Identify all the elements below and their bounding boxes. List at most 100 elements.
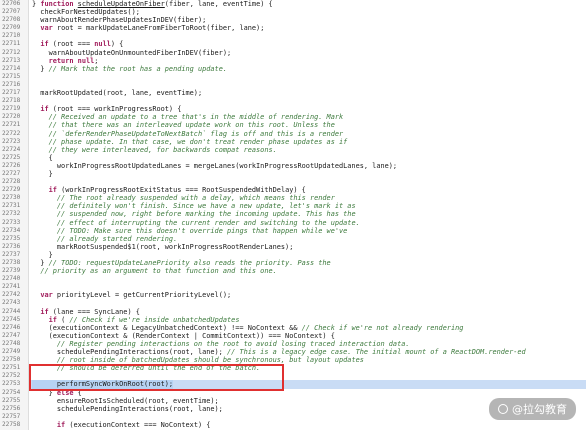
code-line[interactable]: 22713 return null; bbox=[0, 57, 586, 65]
line-code[interactable]: warnAboutUpdateOnUnmountedFiberInDEV(fib… bbox=[32, 49, 232, 57]
code-line[interactable]: 22746 (executionContext & LegacyUnbatche… bbox=[0, 324, 586, 332]
line-code[interactable]: var root = markUpdateLaneFromFiberToRoot… bbox=[32, 24, 264, 32]
line-number: 22734 bbox=[2, 226, 21, 234]
code-lines[interactable]: 22706} function scheduleUpdateOnFiber(fi… bbox=[0, 0, 586, 429]
code-editor[interactable]: 22706} function scheduleUpdateOnFiber(fi… bbox=[0, 0, 586, 430]
code-line[interactable]: 22728 bbox=[0, 178, 586, 186]
code-line[interactable]: 22725 { bbox=[0, 154, 586, 162]
code-line[interactable]: 22749 schedulePendingInteractions(root, … bbox=[0, 348, 586, 356]
line-code[interactable]: // suspended now, right before marking t… bbox=[32, 210, 356, 218]
code-line[interactable]: 22737 } bbox=[0, 251, 586, 259]
line-code[interactable]: if (executionContext === NoContext) { bbox=[32, 421, 211, 429]
line-code[interactable]: schedulePendingInteractions(root, lane); bbox=[32, 405, 223, 413]
code-line[interactable]: 22743 bbox=[0, 299, 586, 307]
line-number: 22738 bbox=[2, 259, 21, 266]
code-line[interactable]: 22732 // suspended now, right before mar… bbox=[0, 210, 586, 218]
code-line[interactable]: 22717 markRootUpdated(root, lane, eventT… bbox=[0, 89, 586, 97]
line-number: 22751 bbox=[2, 364, 21, 372]
code-line[interactable]: 22712 warnAboutUpdateOnUnmountedFiberInD… bbox=[0, 49, 586, 57]
code-line[interactable]: 22750 // root inside of batchedUpdates s… bbox=[0, 356, 586, 364]
code-line[interactable]: 22709 var root = markUpdateLaneFromFiber… bbox=[0, 24, 586, 32]
code-line[interactable]: 22724 // they were interleaved, for back… bbox=[0, 146, 586, 154]
code-line[interactable]: 22721 // that there was an interleaved u… bbox=[0, 121, 586, 129]
code-line[interactable]: 22747 (executionContext & (RenderContext… bbox=[0, 332, 586, 340]
line-code[interactable]: } bbox=[32, 170, 53, 178]
code-line[interactable]: 22745 if ( // Check if we're inside unba… bbox=[0, 316, 586, 324]
code-line[interactable]: 22714 } // Mark that the root has a pend… bbox=[0, 65, 586, 73]
code-line[interactable]: 22733 // effect of interrupting the curr… bbox=[0, 219, 586, 227]
line-code[interactable]: // phase update. In that case, we don't … bbox=[32, 138, 348, 146]
code-line[interactable]: 22758 if (executionContext === NoContext… bbox=[0, 421, 586, 429]
line-code[interactable]: // that there was an interleaved update … bbox=[32, 121, 335, 129]
line-code[interactable]: performSyncWorkOnRoot(root); bbox=[32, 380, 174, 389]
line-code[interactable]: } bbox=[32, 251, 53, 259]
line-code[interactable]: markRootUpdated(root, lane, eventTime); bbox=[32, 89, 202, 97]
line-code[interactable]: schedulePendingInteractions(root, lane);… bbox=[32, 348, 526, 356]
line-code[interactable]: (executionContext & (RenderContext | Com… bbox=[32, 332, 335, 340]
code-line[interactable]: 22720 // Received an update to a tree th… bbox=[0, 113, 586, 121]
code-line[interactable]: 22706} function scheduleUpdateOnFiber(fi… bbox=[0, 0, 586, 8]
code-line[interactable]: 22731 // definitely won't finish. Since … bbox=[0, 202, 586, 210]
code-line[interactable]: 22723 // phase update. In that case, we … bbox=[0, 138, 586, 146]
line-code[interactable]: if (root === workInProgressRoot) { bbox=[32, 105, 181, 113]
line-code[interactable]: checkForNestedUpdates(); bbox=[32, 8, 140, 16]
line-code[interactable]: var priorityLevel = getCurrentPriorityLe… bbox=[32, 291, 231, 299]
code-line[interactable]: 22742 var priorityLevel = getCurrentPrio… bbox=[0, 291, 586, 299]
code-line[interactable]: 22727 } bbox=[0, 170, 586, 178]
line-code[interactable]: // already started rendering. bbox=[32, 235, 177, 243]
code-line[interactable]: 22754 } else { bbox=[0, 389, 586, 397]
code-line[interactable]: 22740 bbox=[0, 275, 586, 283]
code-line[interactable]: 22716 bbox=[0, 81, 586, 89]
line-code[interactable]: // priority as an argument to that funct… bbox=[32, 267, 276, 275]
code-line[interactable]: 22753 performSyncWorkOnRoot(root); bbox=[0, 380, 586, 389]
line-code[interactable]: markRootSuspended$1(root, workInProgress… bbox=[32, 243, 293, 251]
line-code[interactable]: } else { bbox=[32, 389, 82, 397]
code-line[interactable]: 22735 // already started rendering. bbox=[0, 235, 586, 243]
line-code[interactable]: if (lane === SyncLane) { bbox=[32, 308, 140, 316]
code-line[interactable]: 22741 bbox=[0, 283, 586, 291]
line-code[interactable]: } function scheduleUpdateOnFiber(fiber, … bbox=[32, 0, 273, 8]
code-line[interactable]: 22715 bbox=[0, 73, 586, 81]
line-code[interactable]: // should be deferred until the end of t… bbox=[32, 364, 260, 372]
line-code[interactable]: if ( // Check if we're inside unbatchedU… bbox=[32, 316, 240, 324]
code-line[interactable]: 22707 checkForNestedUpdates(); bbox=[0, 8, 586, 16]
code-line[interactable]: 22730 // The root already suspended with… bbox=[0, 194, 586, 202]
code-line[interactable]: 22739 // priority as an argument to that… bbox=[0, 267, 586, 275]
line-number: 22717 bbox=[2, 89, 21, 97]
code-line[interactable]: 22722 // `deferRenderPhaseUpdateToNextBa… bbox=[0, 130, 586, 138]
code-line[interactable]: 22710 bbox=[0, 32, 586, 40]
line-code[interactable]: workInProgressRootUpdatedLanes = mergeLa… bbox=[32, 162, 397, 170]
code-line[interactable]: 22734 // TODO: Make sure this doesn't ov… bbox=[0, 227, 586, 235]
code-line[interactable]: 22748 // Register pending interactions o… bbox=[0, 340, 586, 348]
line-code[interactable]: return null; bbox=[32, 57, 99, 65]
code-line[interactable]: 22711 if (root === null) { bbox=[0, 40, 586, 48]
line-number: 22728 bbox=[2, 178, 21, 186]
line-code[interactable]: { bbox=[32, 154, 53, 162]
line-code[interactable]: // effect of interrupting the current re… bbox=[32, 219, 360, 227]
line-code[interactable]: // Register pending interactions on the … bbox=[32, 340, 410, 348]
code-line[interactable]: 22744 if (lane === SyncLane) { bbox=[0, 308, 586, 316]
code-line[interactable]: 22729 if (workInProgressRootExitStatus =… bbox=[0, 186, 586, 194]
code-line[interactable]: 22718 bbox=[0, 97, 586, 105]
code-line[interactable]: 22708 warnAboutRenderPhaseUpdatesInDEV(f… bbox=[0, 16, 586, 24]
code-line[interactable]: 22751 // should be deferred until the en… bbox=[0, 364, 586, 372]
code-line[interactable]: 22738 } // TODO: requestUpdateLanePriori… bbox=[0, 259, 586, 267]
line-code[interactable]: // they were interleaved, for backwards … bbox=[32, 146, 277, 154]
line-code[interactable]: } // Mark that the root has a pending up… bbox=[32, 65, 227, 73]
code-line[interactable]: 22726 workInProgressRootUpdatedLanes = m… bbox=[0, 162, 586, 170]
line-code[interactable]: // `deferRenderPhaseUpdateToNextBatch` f… bbox=[32, 130, 344, 138]
code-line[interactable]: 22736 markRootSuspended$1(root, workInPr… bbox=[0, 243, 586, 251]
code-line[interactable]: 22752 bbox=[0, 372, 586, 380]
line-code[interactable]: } // TODO: requestUpdateLanePriority als… bbox=[32, 259, 330, 267]
line-code[interactable]: // definitely won't finish. Since we hav… bbox=[32, 202, 356, 210]
line-code[interactable]: ensureRootIsScheduled(root, eventTime); bbox=[32, 397, 219, 405]
code-line[interactable]: 22719 if (root === workInProgressRoot) { bbox=[0, 105, 586, 113]
line-code[interactable]: if (root === null) { bbox=[32, 40, 123, 48]
line-code[interactable]: // root inside of batchedUpdates should … bbox=[32, 356, 364, 364]
line-code[interactable]: // The root already suspended with a del… bbox=[32, 194, 335, 202]
line-code[interactable]: // Received an update to a tree that's i… bbox=[32, 113, 344, 121]
line-code[interactable]: // TODO: Make sure this doesn't override… bbox=[32, 227, 347, 235]
line-code[interactable]: if (workInProgressRootExitStatus === Roo… bbox=[32, 186, 306, 194]
line-code[interactable]: (executionContext & LegacyUnbatchedConte… bbox=[32, 324, 464, 332]
line-code[interactable]: warnAboutRenderPhaseUpdatesInDEV(fiber); bbox=[32, 16, 206, 24]
